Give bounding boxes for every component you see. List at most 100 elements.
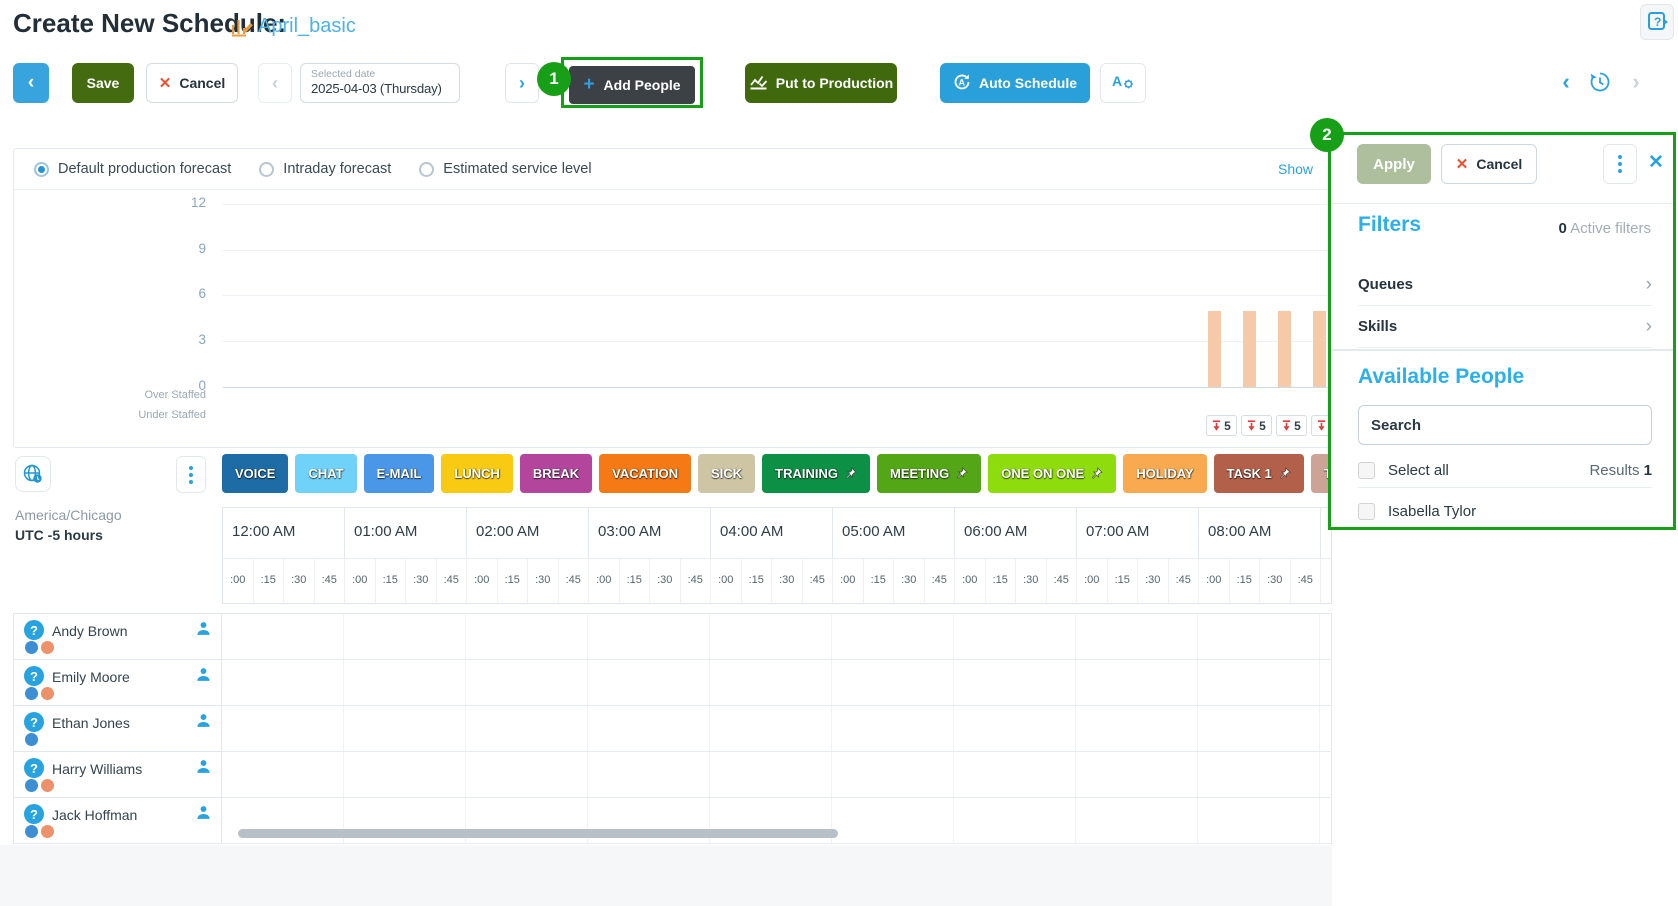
legend-chip-chat[interactable]: CHAT bbox=[295, 454, 356, 493]
legend-chip-e-mail[interactable]: E-MAIL bbox=[364, 454, 435, 493]
channel-dot-blue bbox=[25, 733, 38, 746]
legend-chip-meeting[interactable]: MEETING bbox=[877, 454, 981, 493]
save-button[interactable]: Save bbox=[72, 63, 134, 103]
filter-section-queues[interactable]: Queues › bbox=[1358, 264, 1652, 306]
person-info-icon[interactable]: ? bbox=[24, 712, 44, 732]
timezone-offset: UTC -5 hours bbox=[15, 527, 103, 543]
schedule-row[interactable] bbox=[222, 614, 1331, 660]
forecast-option-label: Estimated service level bbox=[443, 161, 591, 177]
available-person-name: Isabella Tylor bbox=[1388, 503, 1476, 520]
legend-chip-voice[interactable]: VOICE bbox=[222, 454, 288, 493]
app-window: Create New Schedule: April_basic ? ‹ Sav… bbox=[0, 0, 1678, 906]
apply-button[interactable]: Apply bbox=[1357, 144, 1431, 184]
search-input[interactable] bbox=[1358, 405, 1652, 445]
legend-chip-lunch[interactable]: LUNCH bbox=[441, 454, 513, 493]
horizontal-scrollbar[interactable] bbox=[238, 829, 838, 838]
show-link[interactable]: Show bbox=[1278, 161, 1313, 177]
select-all-checkbox[interactable] bbox=[1358, 462, 1375, 479]
kebab-icon bbox=[1618, 155, 1622, 159]
quarter-cell: :30 bbox=[1138, 559, 1169, 603]
quarter-cell: :15 bbox=[986, 559, 1017, 603]
panel-close-button[interactable]: ✕ bbox=[1648, 151, 1664, 174]
legend-chip-vacation[interactable]: VACATION bbox=[599, 454, 691, 493]
schedule-row[interactable] bbox=[222, 660, 1331, 706]
schedule-row[interactable] bbox=[222, 706, 1331, 752]
selected-date-value: 2025-04-03 (Thursday) bbox=[311, 81, 459, 96]
kebab-icon bbox=[189, 466, 193, 470]
cancel-button[interactable]: ✕ Cancel bbox=[146, 63, 238, 103]
person-icon bbox=[196, 713, 211, 728]
annotation-badge-1: 1 bbox=[537, 62, 571, 96]
back-button[interactable]: ‹ bbox=[13, 63, 49, 103]
available-people-title: Available People bbox=[1358, 365, 1524, 389]
skills-label: Skills bbox=[1358, 318, 1397, 335]
select-all-row[interactable]: Select all Results 1 bbox=[1358, 455, 1652, 485]
legend-chip-label: CHAT bbox=[308, 466, 343, 481]
forecast-option-2[interactable]: Estimated service level bbox=[419, 161, 591, 177]
selected-date-field[interactable]: Selected date 2025-04-03 (Thursday) bbox=[300, 63, 460, 103]
person-profile-button[interactable] bbox=[196, 805, 211, 825]
schedule-grid bbox=[222, 613, 1332, 844]
person-icon bbox=[196, 805, 211, 820]
understaffed-arrow-icon bbox=[1212, 420, 1221, 432]
available-person-row[interactable]: Isabella Tylor bbox=[1358, 495, 1652, 527]
forecast-option-1[interactable]: Intraday forecast bbox=[259, 161, 391, 177]
person-profile-button[interactable] bbox=[196, 621, 211, 641]
channel-dot-blue bbox=[25, 687, 38, 700]
cancel-x-icon: ✕ bbox=[159, 74, 172, 92]
undo-button[interactable]: ‹ bbox=[1552, 68, 1580, 96]
person-info-icon[interactable]: ? bbox=[24, 804, 44, 824]
filter-section-skills[interactable]: Skills › bbox=[1358, 306, 1652, 348]
timezone-globe-button[interactable] bbox=[15, 456, 51, 492]
person-profile-button[interactable] bbox=[196, 713, 211, 733]
history-button[interactable] bbox=[1586, 68, 1614, 96]
legend-chip-one-on-one[interactable]: ONE ON ONE bbox=[988, 454, 1116, 493]
person-row: ?Emily Moore bbox=[14, 660, 221, 706]
person-checkbox[interactable] bbox=[1358, 503, 1375, 520]
understaffed-arrow-icon bbox=[1282, 420, 1291, 432]
hour-cell: 05:00 AM bbox=[833, 508, 955, 558]
forecast-option-0[interactable]: Default production forecast bbox=[34, 161, 231, 177]
radio-icon[interactable] bbox=[259, 162, 274, 177]
channel-dots bbox=[25, 687, 54, 700]
quarter-cell: :00 bbox=[467, 559, 498, 603]
panel-menu-button[interactable] bbox=[1603, 144, 1637, 184]
legend-chip-task-1[interactable]: TASK 1 bbox=[1214, 454, 1304, 493]
legend-chip-label: ONE ON ONE bbox=[1001, 466, 1084, 481]
legend-chip-task-2[interactable]: TASK 2 bbox=[1311, 454, 1328, 493]
person-info-icon[interactable]: ? bbox=[24, 666, 44, 686]
schedule-name-link[interactable]: April_basic bbox=[258, 15, 356, 38]
schedule-row[interactable] bbox=[222, 752, 1331, 798]
person-profile-button[interactable] bbox=[196, 759, 211, 779]
channel-dots bbox=[25, 779, 54, 792]
person-info-icon[interactable]: ? bbox=[24, 758, 44, 778]
auto-schedule-settings-button[interactable]: A bbox=[1100, 63, 1146, 103]
help-button[interactable]: ? bbox=[1640, 4, 1674, 40]
legend-chip-holiday[interactable]: HOLIDAY bbox=[1123, 454, 1206, 493]
put-to-production-label: Put to Production bbox=[776, 75, 893, 91]
hour-cell: 01:00 AM bbox=[345, 508, 467, 558]
quarter-cell: :30 bbox=[894, 559, 925, 603]
hour-cell: 03:00 AM bbox=[589, 508, 711, 558]
panel-cancel-button[interactable]: ✕ Cancel bbox=[1441, 144, 1537, 184]
radio-icon[interactable] bbox=[34, 162, 49, 177]
put-to-production-button[interactable]: Put to Production bbox=[745, 63, 897, 103]
person-profile-button[interactable] bbox=[196, 667, 211, 687]
redo-button[interactable]: › bbox=[1622, 68, 1650, 96]
person-info-icon[interactable]: ? bbox=[24, 620, 44, 640]
legend-chip-break[interactable]: BREAK bbox=[520, 454, 592, 493]
add-people-button[interactable]: + Add People bbox=[569, 66, 695, 104]
previous-date-button[interactable]: ‹ bbox=[258, 63, 292, 103]
legend-menu-button[interactable] bbox=[176, 456, 206, 493]
radio-icon[interactable] bbox=[419, 162, 434, 177]
understaffed-badge: 5 bbox=[1206, 415, 1237, 436]
forecast-option-label: Default production forecast bbox=[58, 161, 231, 177]
pin-icon bbox=[844, 467, 857, 480]
quarter-cell: :45 bbox=[1291, 559, 1322, 603]
person-row: ?Jack Hoffman bbox=[14, 798, 221, 844]
legend-chip-label: TRAINING bbox=[775, 466, 838, 481]
legend-chip-sick[interactable]: SICK bbox=[698, 454, 755, 493]
auto-schedule-button[interactable]: A Auto Schedule bbox=[940, 63, 1090, 103]
next-date-button[interactable]: › bbox=[505, 63, 539, 103]
legend-chip-training[interactable]: TRAINING bbox=[762, 454, 870, 493]
